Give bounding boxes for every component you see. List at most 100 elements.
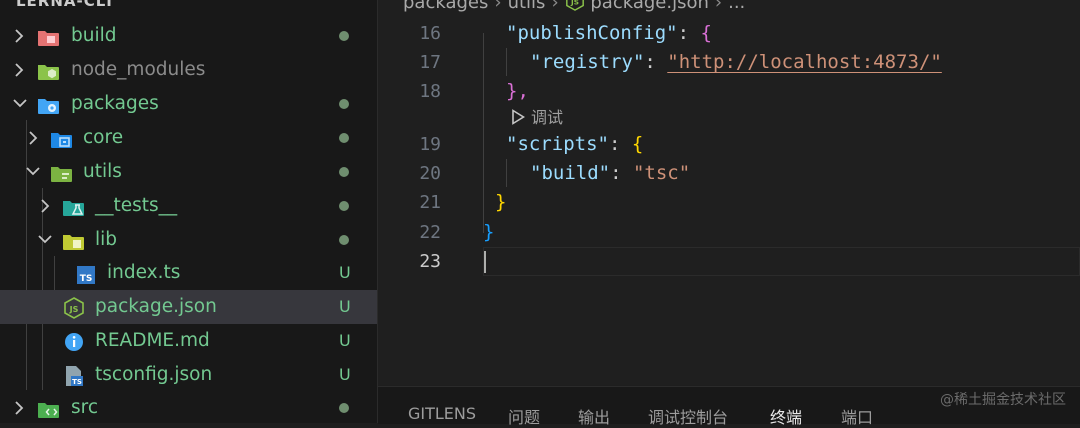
line-number: 16: [419, 23, 441, 44]
status-dot: [339, 403, 349, 413]
json-brace: {: [631, 133, 644, 155]
untracked-badge: U: [339, 365, 351, 384]
tab-terminal[interactable]: 终端: [770, 404, 802, 428]
json-brace: }: [483, 221, 495, 243]
json-colon: :: [610, 162, 633, 184]
typescript-file-icon: TS: [76, 263, 98, 284]
tree-item-label: README.md: [95, 330, 210, 351]
svg-text:TS: TS: [80, 274, 93, 284]
status-dot: [339, 31, 349, 41]
breadcrumb-item[interactable]: utils: [508, 0, 546, 13]
tree-item-label: lib: [95, 229, 118, 250]
code-line: "registry": "http://localhost:4873/": [530, 48, 942, 77]
play-icon: [512, 109, 526, 125]
tree-item-label: __tests__: [95, 195, 178, 216]
line-number: 23: [419, 251, 441, 272]
breadcrumb-item[interactable]: ...: [728, 0, 745, 13]
tab-debug-console[interactable]: 调试控制台: [648, 404, 728, 428]
nodejs-file-icon: JS: [63, 297, 85, 319]
tree-item-label: tsconfig.json: [95, 364, 213, 385]
chevron-right-icon: ›: [714, 0, 723, 13]
line-number: 20: [419, 163, 441, 184]
folder-node-icon: [37, 60, 59, 80]
json-key: "registry": [530, 51, 645, 73]
codelens-label: 调试: [531, 108, 564, 127]
indent-guide: [506, 48, 507, 76]
line-number: 22: [419, 222, 441, 243]
text-cursor: [484, 251, 486, 273]
tree-item-index-ts[interactable]: TS index.ts U: [0, 256, 377, 290]
svg-text:JS: JS: [570, 0, 579, 7]
line-number: 21: [419, 192, 441, 213]
watermark: @稀土掘金技术社区: [940, 392, 1066, 408]
info-file-icon: [63, 331, 85, 351]
tree-item-lib[interactable]: lib: [0, 223, 377, 257]
status-dot: [339, 133, 349, 143]
tree-item-tsconfig[interactable]: TS tsconfig.json U: [0, 358, 377, 392]
nodejs-file-icon: JS: [565, 0, 584, 11]
chevron-right-icon: [13, 19, 29, 53]
tree-item-label: package.json: [95, 296, 217, 317]
json-key: "publishConfig": [506, 22, 678, 44]
tree-item-build[interactable]: build: [0, 19, 377, 53]
tree-item-package-json[interactable]: JS package.json U: [0, 290, 377, 324]
status-dot: [339, 201, 349, 211]
svg-text:TS: TS: [72, 378, 82, 386]
svg-text:JS: JS: [69, 305, 79, 314]
tree-item-src[interactable]: src: [0, 391, 377, 423]
json-string: "tsc": [632, 162, 691, 184]
chevron-right-icon: [27, 121, 43, 155]
json-colon: :: [677, 22, 701, 44]
current-line-highlight: [483, 247, 1080, 276]
explorer-sidebar: LERNA-CLI build node_modules packages co…: [0, 0, 378, 423]
tree-item-tests[interactable]: __tests__: [0, 189, 377, 223]
chevron-down-icon: [12, 87, 28, 121]
breadcrumb: packages › utils › JS package.json ›...: [403, 0, 745, 16]
code-line: }: [483, 218, 494, 247]
json-brace: {: [700, 22, 712, 44]
folder-build-icon: [37, 26, 59, 46]
folder-lib-icon: [62, 230, 84, 250]
json-string-link[interactable]: "http://localhost:4873/": [667, 51, 942, 73]
json-brace: },: [506, 80, 529, 102]
tree-item-utils[interactable]: utils: [0, 155, 377, 189]
json-key: "scripts": [506, 133, 609, 155]
chevron-right-icon: [39, 189, 55, 223]
bottom-panel: GITLENS 问题 输出 调试控制台 终端 端口 @稀土掘金技术社区: [378, 386, 1080, 427]
status-dot: [339, 167, 349, 177]
tree-item-label: src: [71, 397, 99, 418]
folder-utils-icon: [50, 162, 72, 182]
debug-codelens[interactable]: 调试: [511, 105, 563, 131]
tab-problems[interactable]: 问题: [508, 404, 540, 428]
indent-guide: [506, 159, 507, 187]
untracked-badge: U: [339, 297, 351, 316]
tree-item-readme[interactable]: README.md U: [0, 324, 377, 358]
tab-gitlens[interactable]: GITLENS: [408, 404, 476, 423]
json-colon: :: [608, 133, 632, 155]
line-number: 17: [419, 52, 441, 73]
code-line: },: [506, 77, 529, 106]
untracked-badge: U: [339, 331, 351, 350]
untracked-badge: U: [339, 263, 351, 282]
chevron-right-icon: [13, 53, 29, 87]
tree-item-packages[interactable]: packages: [0, 87, 377, 121]
indent-guide: [483, 33, 484, 233]
code-line: "scripts": {: [506, 130, 643, 159]
chevron-down-icon: [37, 223, 53, 257]
folder-packages-icon: [37, 94, 59, 114]
code-editor[interactable]: packages › utils › JS package.json ›... 16 17…: [378, 0, 1080, 385]
tree-item-core[interactable]: core: [0, 121, 377, 155]
breadcrumb-item[interactable]: packages: [403, 0, 488, 13]
json-colon: :: [644, 51, 668, 73]
tab-output[interactable]: 输出: [578, 404, 610, 428]
tab-ports[interactable]: 端口: [841, 404, 873, 428]
breadcrumb-item[interactable]: package.json: [590, 0, 709, 13]
json-brace: }: [495, 191, 507, 213]
tree-item-node-modules[interactable]: node_modules: [0, 53, 377, 87]
line-number: 18: [419, 81, 441, 102]
tree-item-label: node_modules: [71, 59, 206, 80]
tree-item-label: build: [71, 25, 117, 46]
code-line: "publishConfig": {: [506, 19, 712, 48]
tree-item-label: core: [83, 127, 124, 148]
status-dot: [339, 235, 349, 245]
